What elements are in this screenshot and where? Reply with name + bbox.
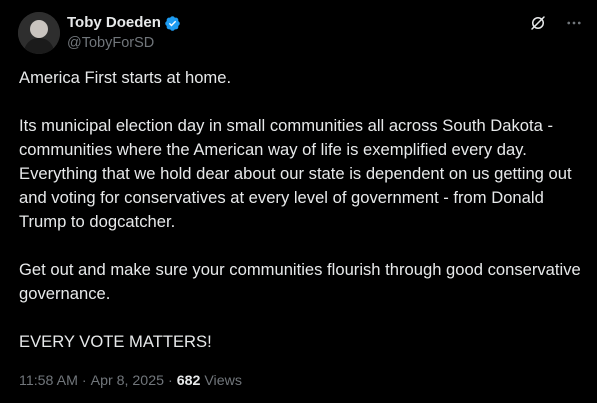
meta-separator: · <box>167 373 173 389</box>
tweet-paragraph: Get out and make sure your communities f… <box>19 260 581 303</box>
author-display-name[interactable]: Toby Doeden <box>67 13 161 33</box>
tweet-top-actions <box>529 14 583 32</box>
tweet-text: America First starts at home. Its munici… <box>19 66 589 354</box>
views-count[interactable]: 682 <box>177 373 201 389</box>
avatar[interactable] <box>18 12 60 54</box>
tweet-date[interactable]: Apr 8, 2025 <box>91 373 164 389</box>
tweet-card: Toby Doeden @TobyForSD America First sta… <box>0 0 597 403</box>
meta-separator: · <box>81 373 87 389</box>
author-info: Toby Doeden @TobyForSD <box>67 13 181 53</box>
tweet-meta: 11:58 AM · Apr 8, 2025 · 682 Views <box>19 371 242 391</box>
tweet-time[interactable]: 11:58 AM <box>19 373 78 389</box>
views-label: Views <box>204 373 242 389</box>
tweet-paragraph: EVERY VOTE MATTERS! <box>19 332 212 351</box>
more-options-icon[interactable] <box>565 14 583 32</box>
grok-icon[interactable] <box>529 14 547 32</box>
author-handle[interactable]: @TobyForSD <box>67 33 181 53</box>
verified-badge-icon[interactable] <box>164 15 181 32</box>
tweet-paragraph: Its municipal election day in small comm… <box>19 116 572 231</box>
tweet-paragraph: America First starts at home. <box>19 68 232 87</box>
